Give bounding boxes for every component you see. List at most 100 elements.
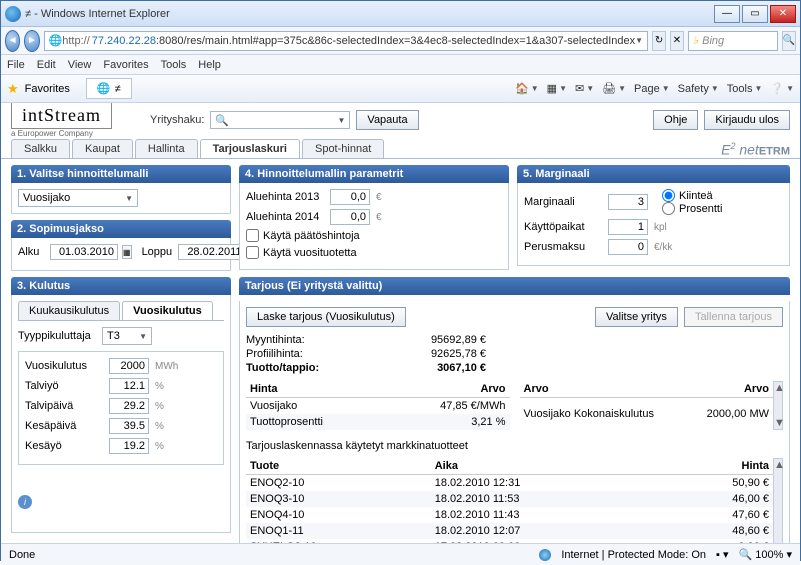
brand-label: E2 netETRM: [721, 141, 790, 158]
table-row: Tuottoprosentti3,21 %: [246, 414, 510, 430]
subtab-vuosikulutus[interactable]: Vuosikulutus: [122, 301, 213, 320]
release-button[interactable]: Vapauta: [356, 110, 418, 130]
address-bar: ◄ ► 🌐 http:// 77.240.22.28 :8080/res/mai…: [1, 27, 800, 55]
sites-input[interactable]: [608, 219, 648, 235]
sites-label: Käyttöpaikat: [524, 221, 604, 233]
safety-menu[interactable]: Safety ▼: [678, 83, 719, 95]
status-text: Done: [9, 549, 35, 561]
cons-vuosikulutus-input[interactable]: [109, 358, 149, 374]
products-caption: Tarjouslaskennassa käytetyt markkinatuot…: [246, 440, 783, 452]
chevron-down-icon[interactable]: ▼: [635, 36, 643, 45]
refresh-button[interactable]: ↻: [652, 31, 666, 51]
save-offer-button: Tallenna tarjous: [684, 307, 783, 327]
cons-kesäyö-input[interactable]: [109, 438, 149, 454]
search-icon: 🔍: [215, 114, 229, 127]
areaprice-input[interactable]: [330, 209, 370, 225]
scrollbar[interactable]: ▲▼: [773, 458, 783, 543]
calendar-icon[interactable]: ▦: [122, 245, 132, 259]
tab-salkku[interactable]: Salkku: [11, 139, 70, 158]
fixed-radio[interactable]: [662, 189, 675, 202]
company-search-combo[interactable]: 🔍 ▼: [210, 111, 350, 129]
areaprice-input[interactable]: [330, 189, 370, 205]
chevron-down-icon[interactable]: ▼: [338, 116, 346, 125]
end-date-label: Loppu: [142, 246, 174, 258]
favorites-star-icon[interactable]: ★: [7, 81, 19, 97]
table-row: ENOQ3-1018.02.2010 11:5346,00 €: [246, 491, 773, 507]
offer-header: Tarjous (Ei yritystä valittu): [239, 277, 790, 295]
main-tabstrip: SalkkuKaupatHallintaTarjouslaskuriSpot-h…: [1, 137, 800, 159]
tab-spot-hinnat[interactable]: Spot-hinnat: [302, 139, 384, 158]
consumer-type-select[interactable]: T3 ▼: [102, 327, 152, 345]
panel5-header: 5. Marginaali: [517, 165, 790, 183]
check-käytä-vuosituotetta[interactable]: [246, 246, 259, 259]
menu-view[interactable]: View: [68, 59, 92, 71]
margin-label: Marginaali: [524, 196, 604, 208]
zoom-control[interactable]: 🔍 100% ▾: [739, 548, 792, 561]
scrollbar[interactable]: ▲▼: [773, 381, 783, 430]
search-engine-input[interactable]: ♭ Bing: [688, 31, 778, 51]
favorites-bar: ★ Favorites 🌐 ≠ 🏠▼ ▦▼ ✉▼ 🖨▼ Page ▼ Safety…: [1, 75, 800, 103]
consumer-type-label: Tyyppikuluttaja: [18, 330, 98, 342]
help-button[interactable]: Ohje: [653, 110, 698, 130]
tools-menu[interactable]: Tools ▼: [727, 83, 763, 95]
start-date-input[interactable]: [50, 244, 118, 260]
cons-kesäpäivä-input[interactable]: [109, 418, 149, 434]
favicon-icon: 🌐: [49, 34, 63, 47]
window-title: ≠ - Windows Internet Explorer: [25, 8, 714, 20]
browser-tab[interactable]: 🌐 ≠: [86, 78, 132, 99]
zone-label: Internet | Protected Mode: On: [561, 549, 706, 561]
tab-tarjouslaskuri[interactable]: Tarjouslaskuri: [200, 139, 300, 158]
pricing-model-select[interactable]: Vuosijako ▼: [18, 189, 138, 207]
margin-input[interactable]: [608, 194, 648, 210]
logout-button[interactable]: Kirjaudu ulos: [704, 110, 790, 130]
protected-mode-toggle[interactable]: ▪ ▾: [716, 548, 728, 561]
menu-tools[interactable]: Tools: [161, 59, 187, 71]
ie-help-button[interactable]: ❔▼: [770, 82, 794, 95]
globe-icon: [539, 549, 551, 561]
table-row: ENOQ4-1018.02.2010 11:4347,60 €: [246, 507, 773, 523]
app-content: intStream a Europower Company Yrityshaku…: [1, 103, 800, 543]
basefee-label: Perusmaksu: [524, 241, 604, 253]
page-menu[interactable]: Page ▼: [634, 83, 670, 95]
check-käytä-päätöshintoja[interactable]: [246, 229, 259, 242]
menu-bar: File Edit View Favorites Tools Help: [1, 55, 800, 75]
feeds-button[interactable]: ▦▼: [547, 82, 567, 95]
back-button[interactable]: ◄: [5, 30, 20, 52]
info-icon[interactable]: i: [18, 495, 32, 509]
stop-button[interactable]: ✕: [670, 31, 684, 51]
window-titlebar: ≠ - Windows Internet Explorer — ▭ ✕: [1, 1, 800, 27]
percent-radio[interactable]: [662, 202, 675, 215]
select-company-button[interactable]: Valitse yritys: [595, 307, 678, 327]
panel4-header: 4. Hinnoittelumallin parametrit: [239, 165, 509, 183]
table-row: ENOQ2-1018.02.2010 12:3150,90 €: [246, 475, 773, 492]
home-button[interactable]: 🏠▼: [515, 82, 539, 95]
url-input[interactable]: 🌐 http:// 77.240.22.28 :8080/res/main.ht…: [44, 31, 649, 51]
subtab-kuukausikulutus[interactable]: Kuukausikulutus: [18, 301, 120, 320]
app-logo: intStream: [11, 103, 112, 129]
menu-help[interactable]: Help: [198, 59, 221, 71]
minimize-button[interactable]: —: [714, 5, 740, 23]
tab-favicon-icon: 🌐: [97, 82, 111, 95]
menu-edit[interactable]: Edit: [37, 59, 56, 71]
panel2-header: 2. Sopimusjakso: [11, 220, 231, 238]
favorites-label[interactable]: Favorites: [25, 83, 70, 95]
tab-kaupat[interactable]: Kaupat: [72, 139, 133, 158]
tab-hallinta[interactable]: Hallinta: [135, 139, 198, 158]
menu-favorites[interactable]: Favorites: [103, 59, 148, 71]
table-row: Vuosijako47,85 €/MWh: [246, 398, 510, 415]
forward-button[interactable]: ►: [24, 30, 39, 52]
end-date-input[interactable]: [178, 244, 246, 260]
start-date-label: Alku: [18, 246, 46, 258]
table-row: Vuosijako Kokonaiskulutus2000,00 MW: [520, 398, 774, 431]
cons-talviyö-input[interactable]: [109, 378, 149, 394]
maximize-button[interactable]: ▭: [742, 5, 768, 23]
calculate-offer-button[interactable]: Laske tarjous (Vuosikulutus): [246, 307, 406, 327]
close-button[interactable]: ✕: [770, 5, 796, 23]
menu-file[interactable]: File: [7, 59, 25, 71]
mail-button[interactable]: ✉▼: [575, 82, 594, 95]
print-button[interactable]: 🖨▼: [602, 82, 626, 95]
cons-talvipäivä-input[interactable]: [109, 398, 149, 414]
basefee-input[interactable]: [608, 239, 648, 255]
ie-icon: [5, 6, 21, 22]
search-button[interactable]: 🔍: [782, 31, 796, 51]
